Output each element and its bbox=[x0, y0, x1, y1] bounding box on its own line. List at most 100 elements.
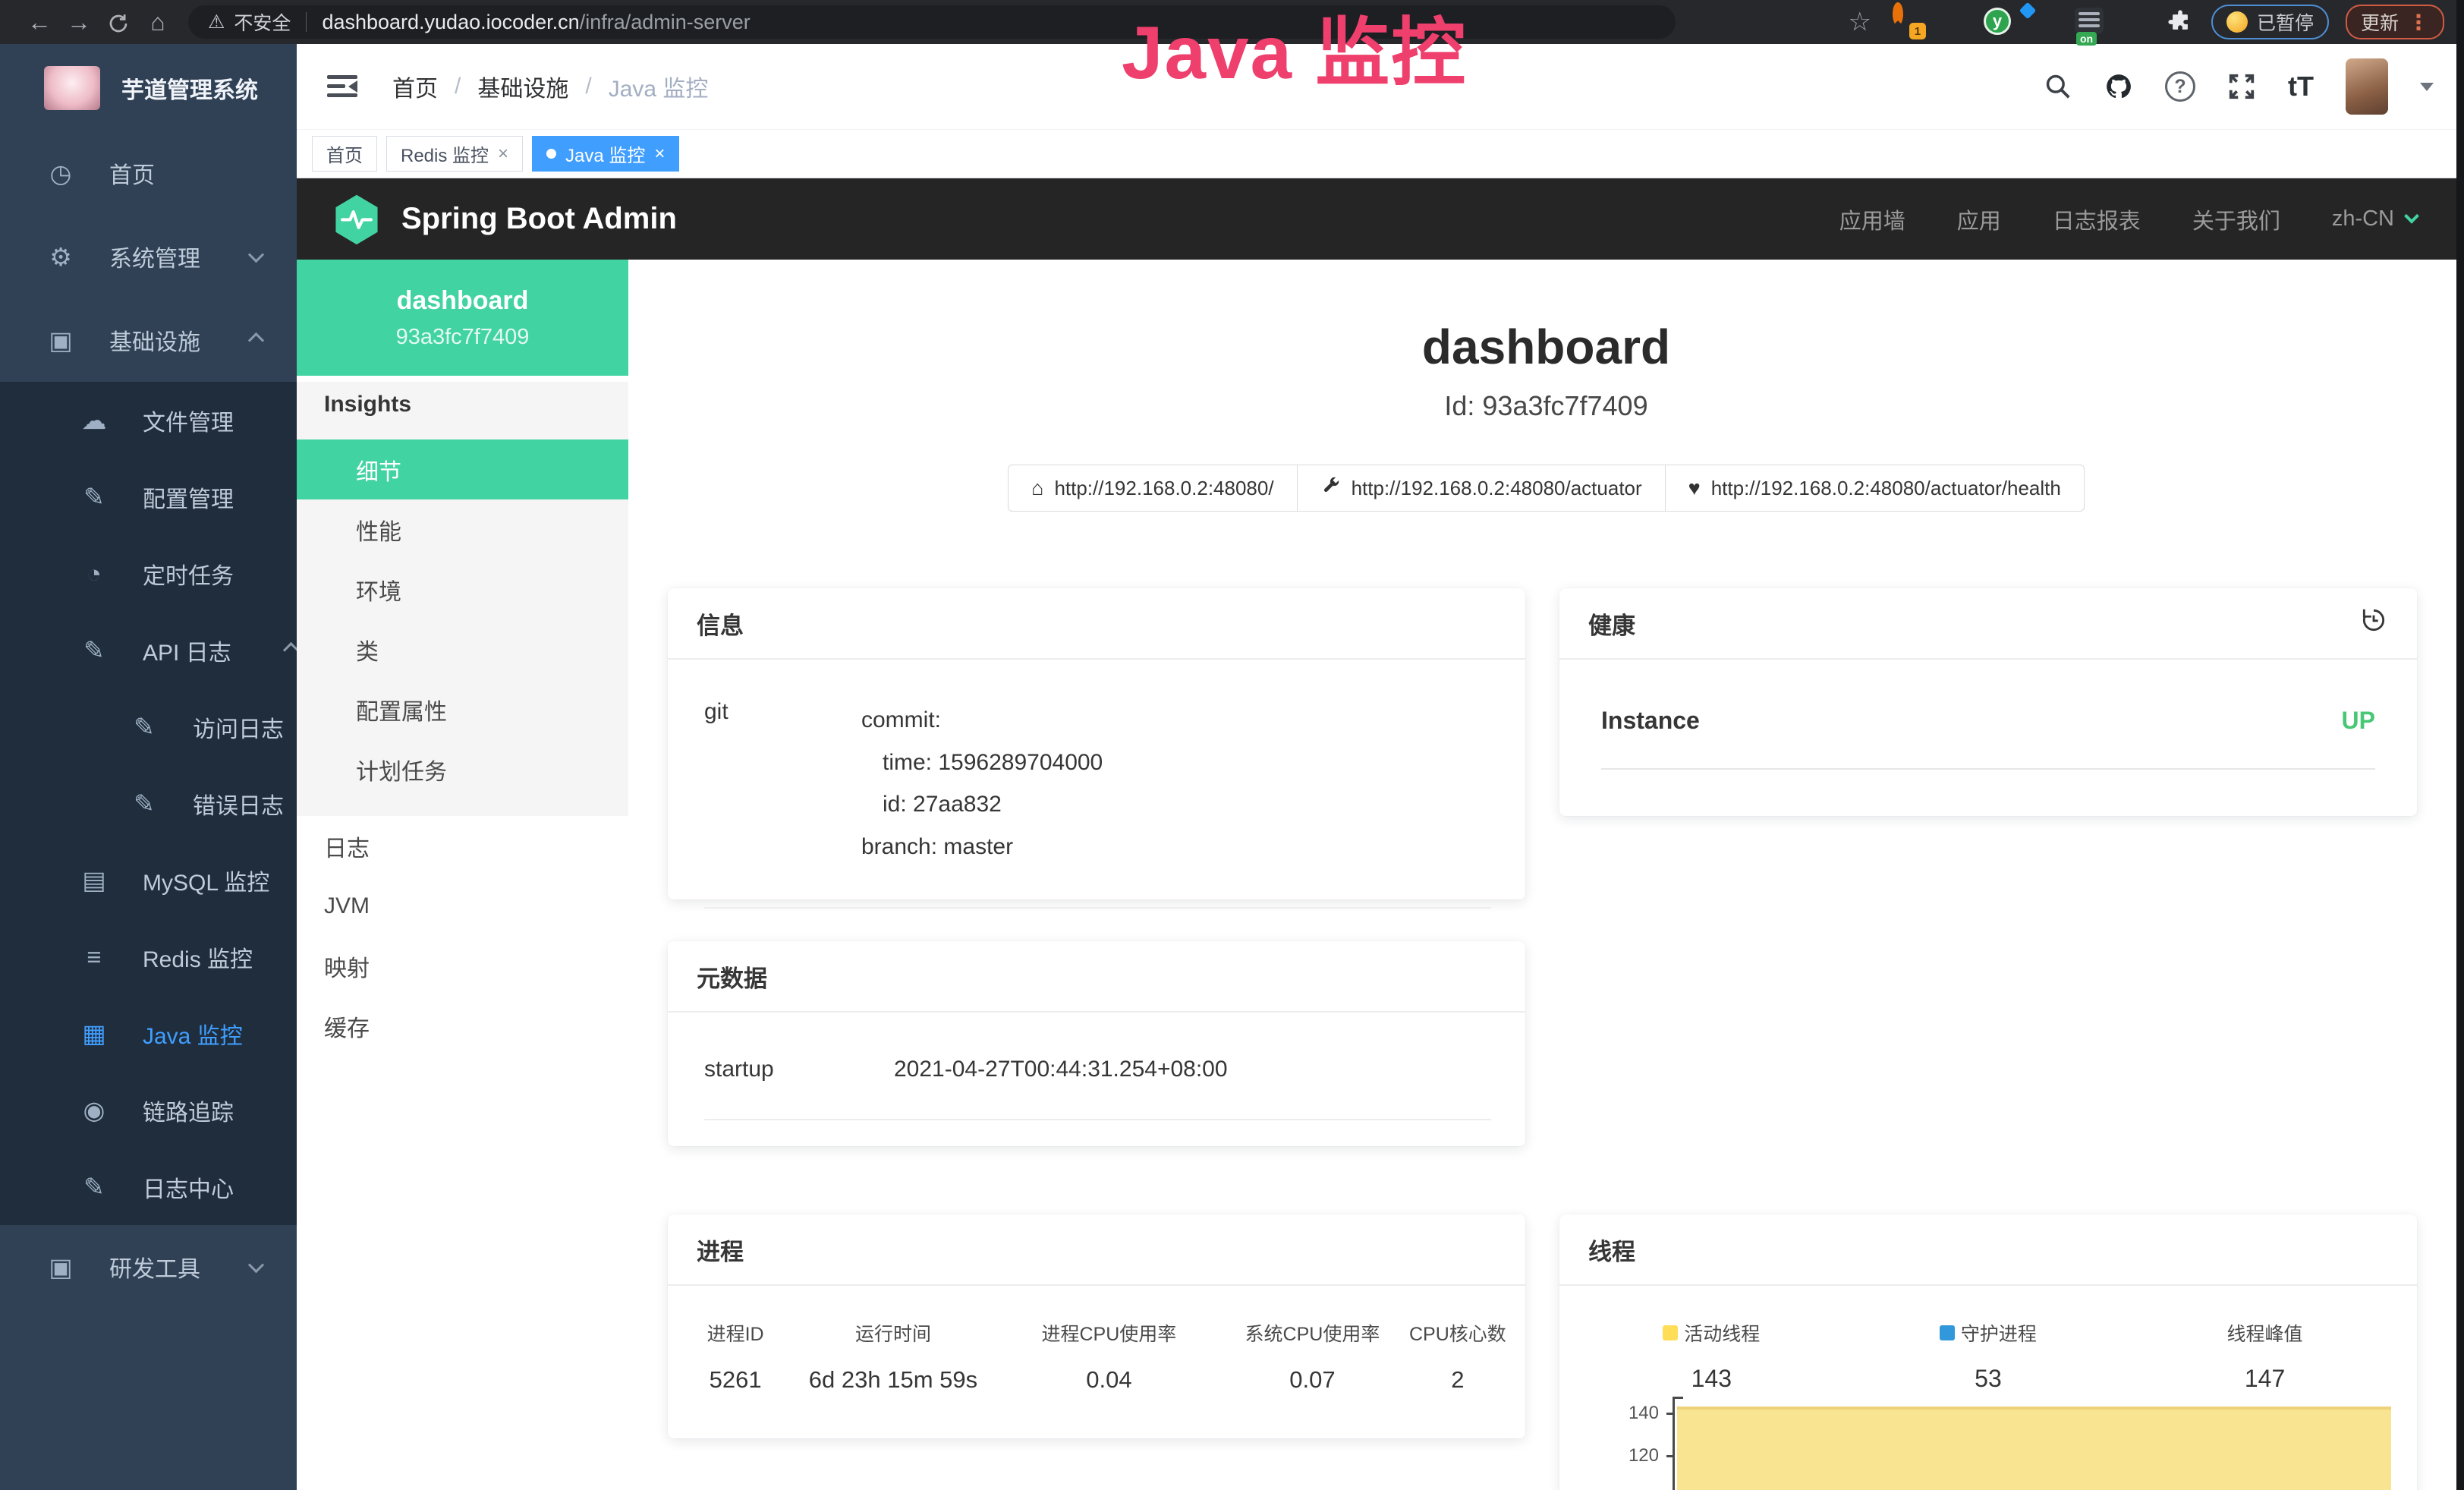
breadcrumb-infrastructure[interactable]: 基础设施 bbox=[477, 70, 568, 103]
instance-menu-logs[interactable]: 日志 bbox=[297, 816, 628, 876]
sidebar-item-label: 系统管理 bbox=[109, 240, 200, 273]
sidebar-item-infrastructure[interactable]: ▣ 基础设施 bbox=[0, 298, 297, 382]
font-size-icon[interactable]: tT bbox=[2288, 71, 2314, 102]
url-path[interactable]: /infra/admin-server bbox=[580, 11, 751, 34]
instance-menu-jvm[interactable]: JVM bbox=[297, 876, 628, 936]
insights-group-label: Insights bbox=[297, 382, 628, 427]
sidebar-item-redis-monitor[interactable]: ≡ Redis 监控 bbox=[0, 918, 297, 995]
user-avatar[interactable] bbox=[2346, 58, 2388, 115]
info-value: commit: time: 1596289704000 id: 27aa832 … bbox=[861, 699, 1103, 868]
sidebar-item-file-mgmt[interactable]: ☁ 文件管理 bbox=[0, 382, 297, 458]
instance-menu-caches[interactable]: 缓存 bbox=[297, 996, 628, 1056]
profile-paused-pill[interactable]: 已暂停 bbox=[2211, 5, 2329, 39]
extension-badge: 1 bbox=[1909, 23, 1926, 39]
val-uptime: 6d 23h 15m 59s bbox=[789, 1366, 997, 1394]
profile-emoji-icon bbox=[2226, 11, 2248, 33]
actuator-url-button[interactable]: http://192.168.0.2:48080/actuator bbox=[1297, 465, 1666, 512]
extension-y-icon[interactable]: y bbox=[1984, 8, 2012, 36]
card-title: 元数据 bbox=[697, 959, 767, 994]
health-key: Instance bbox=[1601, 707, 1700, 735]
instance-menu-environment[interactable]: 环境 bbox=[297, 559, 628, 619]
extensions-puzzle-icon[interactable] bbox=[2166, 8, 2195, 36]
sidebar-item-log-center[interactable]: ✎ 日志中心 bbox=[0, 1148, 297, 1225]
home-icon: ⌂ bbox=[1031, 477, 1043, 500]
sidebar-item-scheduled-tasks[interactable]: ◔ 定时任务 bbox=[0, 535, 297, 612]
tag-java-monitor[interactable]: Java 监控 × bbox=[532, 136, 679, 172]
sidebar-item-mysql-monitor[interactable]: ▤ MySQL 监控 bbox=[0, 842, 297, 918]
active-tag-dot bbox=[546, 149, 556, 159]
extension-grid-icon[interactable] bbox=[2029, 8, 2058, 36]
github-icon[interactable] bbox=[2104, 72, 2133, 101]
edit-icon: ✎ bbox=[77, 482, 111, 512]
help-icon[interactable]: ? bbox=[2165, 71, 2195, 102]
health-row-instance[interactable]: Instance UP bbox=[1601, 707, 2375, 770]
sidebar-item-home[interactable]: ◷ 首页 bbox=[0, 131, 297, 215]
instance-links: ⌂ http://192.168.0.2:48080/ http://192.1… bbox=[628, 465, 2464, 512]
git-time-line: time: 1596289704000 bbox=[861, 742, 1103, 784]
sidebar-item-api-logs[interactable]: ✎ API 日志 bbox=[0, 612, 297, 688]
tag-redis-monitor[interactable]: Redis 监控 × bbox=[386, 136, 523, 172]
browser-forward-icon[interactable]: → bbox=[59, 8, 99, 36]
close-icon[interactable]: × bbox=[654, 143, 665, 165]
instance-menu-scheduled-tasks[interactable]: 计划任务 bbox=[297, 739, 628, 799]
close-icon[interactable]: × bbox=[498, 143, 508, 165]
sidebar-item-error-logs[interactable]: ✎ 错误日志 bbox=[0, 765, 297, 842]
sba-locale-select[interactable]: zh-CN bbox=[2332, 206, 2417, 232]
val-system-cpu: 0.07 bbox=[1221, 1366, 1404, 1394]
avatar-caret-icon[interactable] bbox=[2420, 83, 2434, 91]
sba-nav-about[interactable]: 关于我们 bbox=[2192, 203, 2280, 235]
cloud-icon: ☁ bbox=[77, 405, 111, 435]
browser-back-icon[interactable]: ← bbox=[20, 8, 59, 36]
url-host[interactable]: dashboard.yudao.iocoder.cn bbox=[322, 11, 579, 34]
sba-nav-wall[interactable]: 应用墙 bbox=[1839, 203, 1905, 235]
sidebar-collapse-icon[interactable] bbox=[327, 74, 357, 99]
app-logo-image bbox=[44, 66, 100, 110]
chevron-down-icon bbox=[2404, 208, 2419, 223]
instance-menu-classes[interactable]: 类 bbox=[297, 619, 628, 679]
sidebar-item-java-monitor[interactable]: ▦ Java 监控 bbox=[0, 995, 297, 1072]
sba-nav-journal[interactable]: 日志报表 bbox=[2053, 203, 2141, 235]
sidebar-item-dev-tools[interactable]: ▣ 研发工具 bbox=[0, 1225, 297, 1309]
sba-brand-title[interactable]: Spring Boot Admin bbox=[401, 202, 677, 236]
instance-menu-config-props[interactable]: 配置属性 bbox=[297, 679, 628, 739]
bookmark-star-icon[interactable]: ☆ bbox=[1848, 7, 1871, 37]
sba-nav-applications[interactable]: 应用 bbox=[1957, 203, 2001, 235]
instance-header-block[interactable]: dashboard 93a3fc7f7409 bbox=[297, 260, 628, 376]
extension-on-badge: on bbox=[2076, 32, 2097, 46]
extension-leaf-icon[interactable] bbox=[2120, 8, 2149, 36]
instance-menu-metrics[interactable]: 性能 bbox=[297, 499, 628, 559]
instance-menu-mappings[interactable]: 映射 bbox=[297, 936, 628, 996]
breadcrumb-separator: / bbox=[455, 74, 461, 99]
not-secure-label[interactable]: 不安全 bbox=[234, 8, 291, 36]
service-url-button[interactable]: ⌂ http://192.168.0.2:48080/ bbox=[1008, 465, 1297, 512]
browser-reload-icon[interactable] bbox=[99, 8, 138, 36]
breadcrumb-home[interactable]: 首页 bbox=[392, 70, 438, 103]
browser-home-icon[interactable]: ⌂ bbox=[138, 8, 178, 36]
extension-orange-icon[interactable]: 1 bbox=[1893, 8, 1921, 36]
threads-card-header: 线程 bbox=[1559, 1214, 2417, 1286]
metadata-row-startup: startup 2021-04-27T00:44:31.254+08:00 bbox=[704, 1057, 1491, 1120]
extension-gem-icon[interactable] bbox=[1938, 8, 1967, 36]
instance-sidebar: dashboard 93a3fc7f7409 Insights 细节 性能 环境… bbox=[297, 260, 628, 1490]
sidebar-item-label: 错误日志 bbox=[193, 787, 284, 821]
search-icon[interactable] bbox=[2044, 72, 2072, 101]
val-process-cpu: 0.04 bbox=[997, 1366, 1221, 1394]
history-icon[interactable] bbox=[2359, 606, 2388, 641]
sidebar-item-access-logs[interactable]: ✎ 访问日志 bbox=[0, 688, 297, 765]
tag-home[interactable]: 首页 bbox=[312, 136, 377, 172]
fullscreen-icon[interactable] bbox=[2227, 72, 2256, 101]
heart-icon: ♥ bbox=[1688, 477, 1701, 500]
sidebar-item-tracing[interactable]: ◉ 链路追踪 bbox=[0, 1072, 297, 1148]
browser-menu-dots-icon[interactable]: ⋮ bbox=[2408, 10, 2429, 35]
sidebar-item-config-mgmt[interactable]: ✎ 配置管理 bbox=[0, 458, 297, 535]
sidebar-item-system-mgmt[interactable]: ⚙ 系统管理 bbox=[0, 215, 297, 298]
sba-logo-icon[interactable] bbox=[333, 194, 380, 245]
sidebar-logo-row[interactable]: 芋道管理系统 bbox=[0, 44, 297, 131]
col-system-cpu: 系统CPU使用率 bbox=[1221, 1319, 1404, 1347]
extension-list-icon[interactable]: on bbox=[2075, 8, 2104, 36]
health-url-button[interactable]: ♥ http://192.168.0.2:48080/actuator/heal… bbox=[1665, 465, 2085, 512]
paused-label: 已暂停 bbox=[2257, 8, 2314, 36]
instance-menu-details[interactable]: 细节 bbox=[297, 439, 628, 499]
address-bar[interactable]: ⚠ 不安全 dashboard.yudao.iocoder.cn /infra/… bbox=[188, 5, 1676, 39]
update-browser-button[interactable]: 更新 ⋮ bbox=[2346, 5, 2444, 39]
